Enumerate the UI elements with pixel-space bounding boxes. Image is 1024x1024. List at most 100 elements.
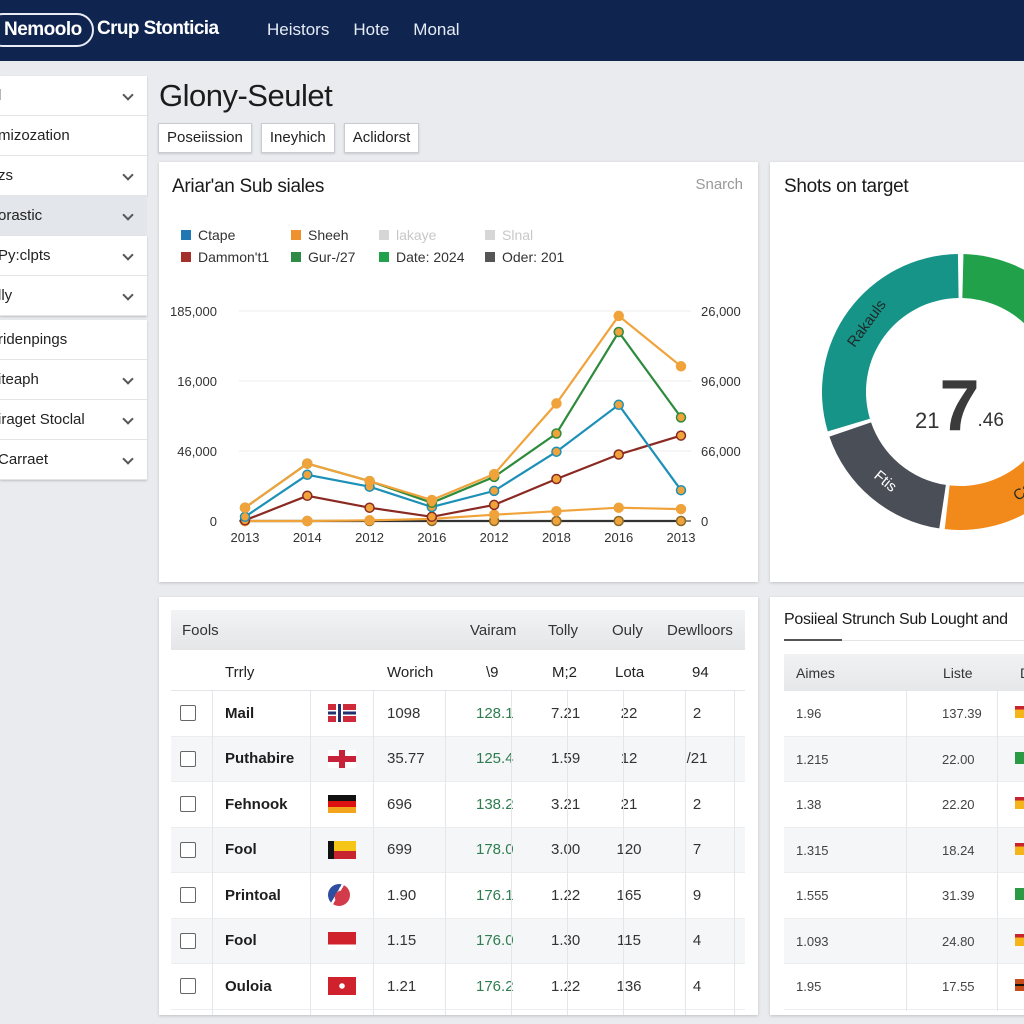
logo-badge[interactable]: Nemoolo <box>0 13 94 47</box>
header-liste[interactable]: Liste <box>943 665 973 681</box>
data-point <box>675 412 687 423</box>
nav-link-monal[interactable]: Monal <box>413 20 459 40</box>
nav-link-hote[interactable]: Hote <box>353 20 389 40</box>
title-underline <box>784 639 842 641</box>
flag-icon-green <box>1015 888 1024 900</box>
table-row[interactable]: 1.093 24.80 <box>784 918 1024 964</box>
row-checkbox[interactable] <box>180 705 196 722</box>
chevron-down-icon <box>123 171 133 181</box>
table-row[interactable]: Printoal 1.90 176.1 1.22 165 9 <box>171 873 745 919</box>
table-row[interactable]: Fool 699 178.0 3.00 120 7 <box>171 827 745 873</box>
shots-on-target-card: Shots on target SCaipbnaFtisRakauls 21 7… <box>770 162 1024 582</box>
data-point <box>364 475 375 487</box>
brand-name[interactable]: Crup Stonticia <box>97 18 219 40</box>
sidebar-item[interactable]: zs <box>0 156 147 196</box>
row-checkbox[interactable] <box>180 932 196 949</box>
row-checkbox[interactable] <box>180 796 196 813</box>
row-name[interactable]: Puthabire <box>225 737 294 782</box>
row-name[interactable]: Fool <box>225 919 257 964</box>
sidebar-item[interactable]: ridenpings <box>0 320 147 360</box>
cell-value: 1.22 <box>551 886 581 904</box>
row-checkbox[interactable] <box>180 750 196 767</box>
x-tick: 2016 <box>417 530 446 545</box>
x-tick: 2016 <box>604 530 633 545</box>
legend-item[interactable]: Dammon't1 <box>181 249 291 265</box>
sidebar-item[interactable]: iteaph <box>0 360 147 400</box>
row-checkbox[interactable] <box>180 887 196 904</box>
table-row[interactable]: Mail 1098 128.1 7.21 22 2 <box>171 691 745 737</box>
table-row[interactable]: 1.95 17.55 <box>784 964 1024 1010</box>
data-point <box>488 485 500 497</box>
sidebar-item[interactable]: mizozation <box>0 116 147 156</box>
legend-label: Ctape <box>198 227 236 243</box>
legend-item[interactable]: Sheeh <box>291 227 379 243</box>
row-checkbox[interactable] <box>180 841 196 858</box>
legend-item[interactable]: Gur-/27 <box>291 249 379 265</box>
data-point <box>551 446 562 457</box>
data-point <box>613 502 624 513</box>
row-name[interactable]: Ouloia <box>225 964 272 1009</box>
header-dewlloors[interactable]: Dewlloors <box>667 622 733 639</box>
table-row[interactable]: 1.215 22.00 <box>784 736 1024 782</box>
sidebar-group-2: Py:clpts lly <box>0 236 147 316</box>
header-fools[interactable]: Fools <box>182 622 219 639</box>
header-third[interactable]: D <box>1020 665 1024 681</box>
y-tick-right: 0 <box>701 514 708 529</box>
legend-label: Oder: 201 <box>502 249 565 265</box>
subheader-col[interactable]: Worich <box>387 664 433 681</box>
shots-title: Shots on target <box>784 176 909 197</box>
data-point <box>364 515 375 526</box>
legend-item[interactable]: lakaye <box>379 227 485 243</box>
legend-label: Date: 2024 <box>396 249 465 265</box>
table-row[interactable]: 1.38 22.20 <box>784 782 1024 828</box>
row-name[interactable]: Fool <box>225 828 257 873</box>
nav-link-heistors[interactable]: Heistors <box>267 20 329 40</box>
data-point <box>488 499 500 511</box>
legend-label: Gur-/27 <box>308 249 356 265</box>
sidebar-item[interactable]: Py:clpts <box>0 236 147 276</box>
table-row[interactable]: Fool 1.15 176.0 1.30 115 4 <box>171 918 745 964</box>
chip-aclidorst[interactable]: Aclidorst <box>343 123 420 153</box>
data-point <box>488 468 500 480</box>
subheader-col[interactable]: 94 <box>692 664 709 681</box>
header-vairam[interactable]: Vairam <box>470 622 516 639</box>
legend-item[interactable]: Slnal <box>485 227 533 243</box>
cell-value: 136 <box>616 977 642 995</box>
table-row[interactable]: Puthabire 35.77 125.4 1.59 12/21 <box>171 736 745 782</box>
chip-poseiission[interactable]: Poseiission <box>158 123 252 153</box>
right-table-header: Aimes Liste D <box>784 654 1024 691</box>
table-row[interactable]: 1.555 31.39 <box>784 873 1024 919</box>
table-row[interactable]: 1.96 137.39 <box>784 691 1024 737</box>
legend-item[interactable]: Oder: 201 <box>485 249 564 265</box>
subheader-col[interactable]: \9 <box>486 664 499 681</box>
sidebar-item[interactable]: l <box>0 76 147 116</box>
subheader-col[interactable]: Trrly <box>225 664 254 681</box>
header-ouly[interactable]: Ouly <box>612 622 643 639</box>
data-point <box>426 511 438 523</box>
table-row[interactable]: Ouloia 1.21 176.2 1.22 136 4 <box>171 964 745 1010</box>
sidebar-item-active[interactable]: orastic <box>0 196 147 236</box>
sidebar-item-label: zs <box>0 167 13 184</box>
legend-item[interactable]: Date: 2024 <box>379 249 485 265</box>
legend-item[interactable]: Ctape <box>181 227 291 243</box>
subheader-col[interactable]: Lota <box>615 664 644 681</box>
row-checkbox[interactable] <box>180 978 196 995</box>
table-row[interactable]: 1.315 18.24 <box>784 827 1024 873</box>
chip-ineyhich[interactable]: Ineyhich <box>260 123 335 153</box>
row-name[interactable]: Printoal <box>225 873 281 918</box>
cell-value: 120 <box>616 841 642 859</box>
header-aimes[interactable]: Aimes <box>796 665 835 681</box>
search-link[interactable]: Snarch <box>695 176 743 193</box>
sidebar-item[interactable]: iraget Stoclal <box>0 400 147 440</box>
cell-value: 115 <box>617 932 641 950</box>
sidebar-item-label: Py:clpts <box>0 247 51 264</box>
row-name[interactable]: Mail <box>225 691 254 736</box>
cell-value: 1.215 <box>796 751 829 767</box>
sidebar-item[interactable]: Carraet <box>0 440 147 480</box>
subheader-col[interactable]: M;2 <box>552 664 577 681</box>
sidebar-item[interactable]: lly <box>0 276 147 316</box>
row-name[interactable]: Fehnook <box>225 782 288 827</box>
header-tolly[interactable]: Tolly <box>548 622 578 639</box>
table-row[interactable]: Fehnook 696 138.2 3.21 21 2 <box>171 782 745 828</box>
column-divider <box>511 691 512 1015</box>
